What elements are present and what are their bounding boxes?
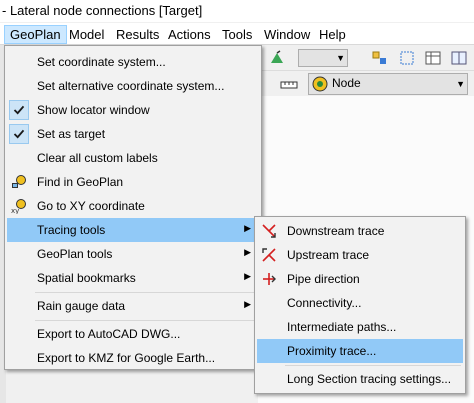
menu-actions[interactable]: Actions [162, 25, 217, 44]
menu-item-label: Pipe direction [287, 272, 360, 286]
menu-item-spatial-bookmarks[interactable]: Spatial bookmarks ▶ [7, 266, 259, 290]
menu-results[interactable]: Results [110, 25, 165, 44]
check-icon [9, 124, 29, 144]
menu-tools[interactable]: Tools [216, 25, 258, 44]
menu-item-label: Go to XY coordinate [37, 199, 145, 213]
toolbar-row-2: Node ▼ [258, 72, 474, 96]
table-icon[interactable] [424, 49, 442, 67]
menu-item-label: Tracing tools [37, 223, 106, 237]
layer-combo-arrow-icon: ▼ [456, 79, 465, 89]
layer-combo[interactable]: Node ▼ [308, 73, 468, 95]
menu-item-label: Clear all custom labels [37, 151, 158, 165]
menu-model[interactable]: Model [63, 25, 110, 44]
submenu-item-intermediate-paths[interactable]: Intermediate paths... [257, 315, 463, 339]
menu-geoplan[interactable]: GeoPlan [4, 25, 67, 44]
menu-item-label: GeoPlan tools [37, 247, 113, 261]
submenu-item-long-section-tracing-settings[interactable]: Long Section tracing settings... [257, 367, 463, 391]
menu-item-export-kmz-google-earth[interactable]: Export to KMZ for Google Earth... [7, 346, 259, 370]
find-in-geoplan-icon [12, 175, 26, 188]
toolbar-combo[interactable]: ▼ [298, 49, 348, 67]
menu-separator [35, 292, 257, 293]
menu-separator [285, 365, 461, 366]
menu-item-label: Find in GeoPlan [37, 175, 124, 189]
submenu-item-pipe-direction[interactable]: Pipe direction [257, 267, 463, 291]
combo-arrow-icon: ▼ [336, 53, 345, 63]
menu-item-set-coordinate-system[interactable]: Set coordinate system... [7, 50, 259, 74]
menu-window[interactable]: Window [258, 25, 316, 44]
menu-item-label: Upstream trace [287, 248, 370, 262]
check-icon [9, 100, 29, 120]
submenu-arrow-icon: ▶ [244, 223, 251, 233]
window-title: - Lateral node connections [Target] [0, 0, 474, 22]
submenu-item-proximity-trace[interactable]: Proximity trace... [257, 339, 463, 363]
menu-item-label: Connectivity... [287, 296, 362, 310]
grid-icon[interactable] [450, 49, 468, 67]
node-layer-icon [312, 76, 328, 92]
submenu-item-downstream-trace[interactable]: Downstream trace [257, 219, 463, 243]
layer-combo-value: Node [332, 76, 361, 90]
submenu-arrow-icon: ▶ [244, 247, 251, 257]
menu-help[interactable]: Help [313, 25, 352, 44]
geoplan-menu: Set coordinate system... Set alternative… [4, 45, 262, 370]
toolbar-row-1: ▼ [258, 45, 474, 71]
menu-item-label: Intermediate paths... [287, 320, 397, 334]
menu-item-rain-gauge-data[interactable]: Rain gauge data ▶ [7, 294, 259, 318]
properties-icon[interactable] [370, 49, 388, 67]
menu-item-label: Set coordinate system... [37, 55, 166, 69]
menu-item-label: Rain gauge data [37, 299, 126, 313]
svg-text:xy: xy [11, 207, 19, 214]
menu-item-clear-all-custom-labels[interactable]: Clear all custom labels [7, 146, 259, 170]
submenu-item-connectivity[interactable]: Connectivity... [257, 291, 463, 315]
downstream-trace-icon [262, 224, 276, 238]
submenu-arrow-icon: ▶ [244, 271, 251, 281]
menu-item-label: Spatial bookmarks [37, 271, 136, 285]
select-icon[interactable] [398, 49, 416, 67]
menubar: GeoPlan Model Results Actions Tools Wind… [0, 23, 474, 45]
menu-item-label: Export to AutoCAD DWG... [37, 327, 181, 341]
menu-item-label: Set alternative coordinate system... [37, 79, 225, 93]
upstream-trace-icon [262, 248, 276, 262]
menu-item-label: Long Section tracing settings... [287, 372, 452, 386]
menu-item-label: Set as target [37, 127, 106, 141]
menu-item-set-as-target[interactable]: Set as target [7, 122, 259, 146]
menu-item-set-alternative-coordinate-system[interactable]: Set alternative coordinate system... [7, 74, 259, 98]
menu-item-go-to-xy-coordinate[interactable]: xy Go to XY coordinate [7, 194, 259, 218]
submenu-arrow-icon: ▶ [244, 299, 251, 309]
menu-item-export-autocad-dwg[interactable]: Export to AutoCAD DWG... [7, 322, 259, 346]
ruler-icon[interactable] [280, 76, 298, 94]
menu-item-geoplan-tools[interactable]: GeoPlan tools ▶ [7, 242, 259, 266]
menu-item-label: Show locator window [37, 103, 150, 117]
submenu-item-upstream-trace[interactable]: Upstream trace [257, 243, 463, 267]
menu-item-show-locator-window[interactable]: Show locator window [7, 98, 259, 122]
draw-tool-icon[interactable] [268, 49, 286, 67]
menu-item-label: Proximity trace... [287, 344, 377, 358]
tracing-tools-submenu: Downstream trace Upstream trace Pipe dir… [254, 216, 466, 394]
xy-coordinate-icon: xy [11, 199, 26, 214]
menu-separator [35, 320, 257, 321]
menu-item-tracing-tools[interactable]: Tracing tools ▶ [7, 218, 259, 242]
menu-item-find-in-geoplan[interactable]: Find in GeoPlan [7, 170, 259, 194]
menu-item-label: Export to KMZ for Google Earth... [37, 351, 216, 365]
menu-item-label: Downstream trace [287, 224, 385, 238]
pipe-direction-icon [263, 273, 276, 285]
